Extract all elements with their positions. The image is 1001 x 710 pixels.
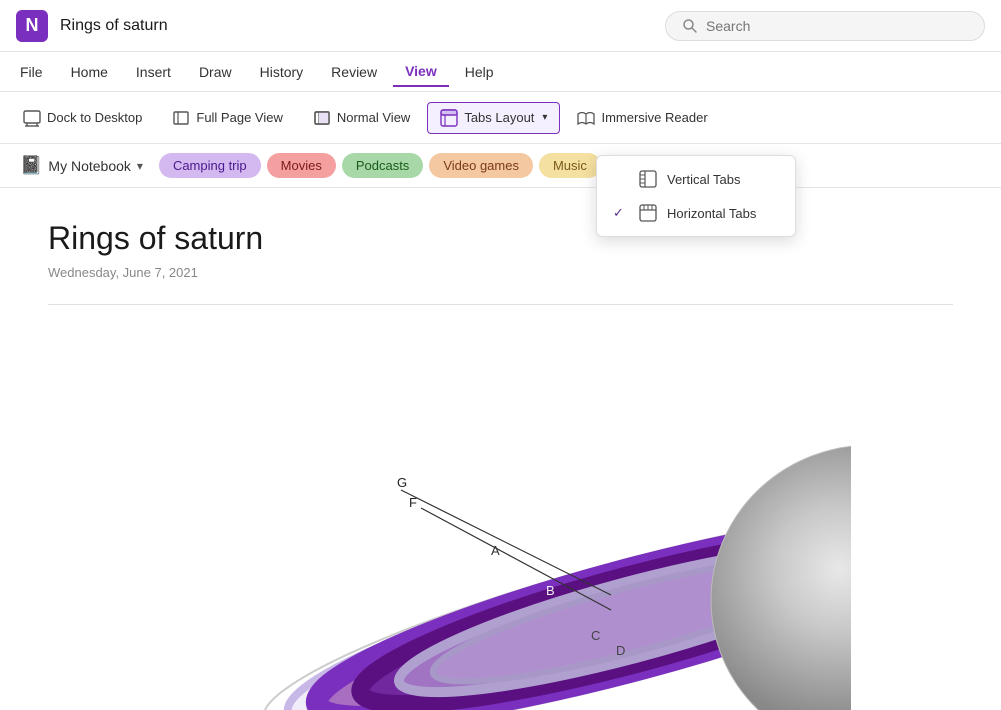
fullpage-icon <box>172 109 190 127</box>
tabs-layout-dropdown-arrow: ▾ <box>542 112 547 123</box>
svg-text:F: F <box>409 495 417 510</box>
search-icon <box>682 18 698 34</box>
menu-bar: File Home Insert Draw History Review Vie… <box>0 52 1001 92</box>
page-title: Rings of saturn <box>48 220 953 257</box>
section-video-games[interactable]: Video games <box>429 153 533 178</box>
notebook-icon: 📓 <box>20 155 42 176</box>
immersive-reader-button[interactable]: Immersive Reader <box>564 102 720 134</box>
menu-file[interactable]: File <box>8 58 55 86</box>
normalview-icon <box>313 109 331 127</box>
menu-draw[interactable]: Draw <box>187 58 244 86</box>
full-page-view-button[interactable]: Full Page View <box>159 102 295 134</box>
section-movies[interactable]: Movies <box>267 153 336 178</box>
page-divider <box>48 304 953 305</box>
menu-view[interactable]: View <box>393 57 449 87</box>
section-tabs: Camping trip Movies Podcasts Video games… <box>159 153 601 178</box>
notebook-name: My Notebook <box>48 158 130 174</box>
title-bar: N Rings of saturn <box>0 0 1001 52</box>
search-input[interactable] <box>706 18 968 34</box>
reader-icon <box>577 109 595 127</box>
content-area: Rings of saturn Wednesday, June 7, 2021 … <box>0 188 1001 710</box>
tabs-layout-button[interactable]: Tabs Layout ▾ <box>427 102 560 134</box>
dock-to-desktop-button[interactable]: Dock to Desktop <box>10 102 155 134</box>
menu-help[interactable]: Help <box>453 58 506 86</box>
section-music[interactable]: Music <box>539 153 601 178</box>
horizontal-tabs-icon <box>639 204 657 222</box>
menu-review[interactable]: Review <box>319 58 389 86</box>
svg-text:C: C <box>591 628 600 643</box>
app-icon: N <box>16 10 48 42</box>
page-date: Wednesday, June 7, 2021 <box>48 265 953 280</box>
notebook-chevron-icon: ▾ <box>137 159 143 173</box>
horizontal-tabs-option[interactable]: ✓ Horizontal Tabs <box>597 196 795 230</box>
menu-history[interactable]: History <box>248 58 316 86</box>
notebook-selector[interactable]: 📓 My Notebook ▾ <box>12 151 151 180</box>
svg-text:B: B <box>546 583 555 598</box>
horizontal-tabs-label: Horizontal Tabs <box>667 206 756 221</box>
section-podcasts[interactable]: Podcasts <box>342 153 423 178</box>
vertical-tabs-icon <box>639 170 657 188</box>
saturn-illustration: G F A B C D <box>151 400 851 710</box>
search-bar[interactable] <box>665 11 985 41</box>
horizontal-tabs-check: ✓ <box>613 205 629 221</box>
svg-text:A: A <box>491 543 500 558</box>
dock-icon <box>23 109 41 127</box>
toolbar: Dock to Desktop Full Page View Normal Vi… <box>0 92 1001 144</box>
svg-text:G: G <box>397 475 407 490</box>
tabslayout-icon <box>440 109 458 127</box>
notebook-bar: 📓 My Notebook ▾ Camping trip Movies Podc… <box>0 144 1001 188</box>
vertical-tabs-option[interactable]: Vertical Tabs <box>597 162 795 196</box>
svg-text:D: D <box>616 643 625 658</box>
normal-view-button[interactable]: Normal View <box>300 102 423 134</box>
tabs-layout-dropdown: Vertical Tabs ✓ Horizontal Tabs <box>596 155 796 237</box>
menu-home[interactable]: Home <box>59 58 120 86</box>
section-camping-trip[interactable]: Camping trip <box>159 153 261 178</box>
vertical-tabs-label: Vertical Tabs <box>667 172 740 187</box>
app-title: Rings of saturn <box>60 17 665 35</box>
menu-insert[interactable]: Insert <box>124 58 183 86</box>
